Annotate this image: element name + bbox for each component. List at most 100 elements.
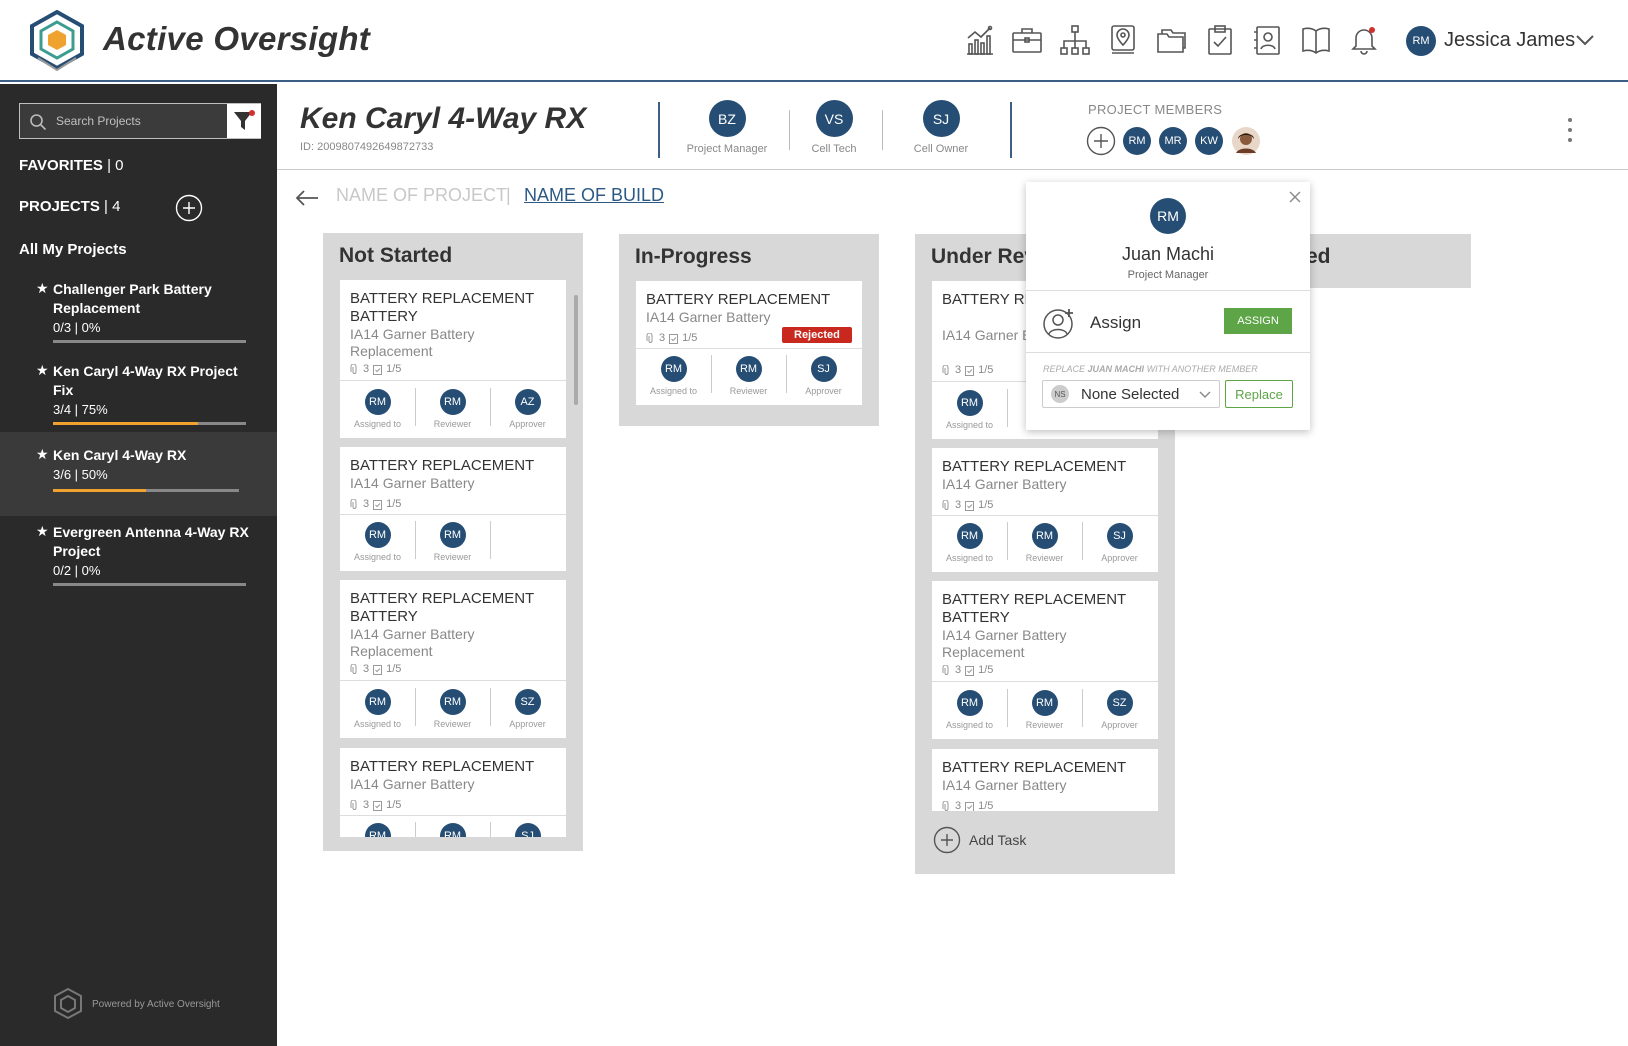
close-icon[interactable] [1288,190,1302,204]
assignee-avatar: RM [364,823,391,837]
member-avatar[interactable]: MR [1159,127,1187,155]
slot-label: Assigned to [945,553,994,563]
breadcrumb-build[interactable]: NAME OF BUILD [524,185,664,206]
approver-slot[interactable]: SJ Approver [1082,523,1157,563]
task-card[interactable]: BATTERY REPLACEMENT BATTERY IA14 Garner … [340,580,566,738]
project-members-label: PROJECT MEMBERS [1088,102,1223,117]
slot-label: Assigned to [353,552,402,562]
assignee-slot[interactable]: RM Assigned to [340,389,415,429]
projects-heading[interactable]: PROJECTS | 4 [19,198,120,215]
checklist-icon [373,499,383,510]
filter-button[interactable] [227,104,261,138]
star-icon[interactable]: ★ [36,446,49,463]
member-select[interactable]: NS None Selected [1042,380,1220,408]
assignee-slot[interactable]: RM [340,823,415,837]
role-project-manager[interactable]: BZ Project Manager [672,100,782,155]
user-avatar[interactable]: RM [1406,26,1436,56]
breadcrumb-project[interactable]: NAME OF PROJECT [336,185,507,206]
approver-slot[interactable]: SJ [490,823,565,837]
add-user-icon [1042,306,1076,340]
reviewer-slot[interactable]: RM [415,823,490,837]
task-title: BATTERY REPLACEMENT BATTERY [350,290,534,325]
assignee-slot[interactable]: RM Assigned to [340,522,415,562]
add-project-plus-icon[interactable] [175,194,203,222]
reviewer-slot[interactable]: RM Reviewer [1007,523,1082,563]
task-title: BATTERY REPLACEMENT [350,758,535,775]
assignee-avatar: RM [956,523,983,549]
assignee-slot[interactable]: RM Assigned to [636,356,711,396]
approver-avatar: SZ [1106,690,1133,716]
task-meta: 3 1/5 [942,664,993,676]
role-cell-tech[interactable]: VS Cell Tech [779,100,889,155]
assignee-slot[interactable]: RM Assigned to [340,689,415,729]
sidebar-project-item[interactable]: ★ Challenger Park Battery Replacement 0/… [0,274,277,352]
task-card[interactable]: BATTERY REPLACEMENT IA14 Garner Battery … [340,447,566,571]
search-input[interactable] [56,104,236,138]
task-card[interactable]: BATTERY REPLACEMENT IA14 Garner Battery … [932,448,1158,572]
task-card[interactable]: BATTERY REPLACEMENT IA14 Garner Battery … [340,748,566,837]
member-avatar[interactable]: RM [1123,127,1151,155]
task-meta: 3 1/5 [942,364,993,376]
task-card[interactable]: BATTERY REPLACEMENT BATTERY IA14 Garner … [340,280,566,438]
back-arrow-icon[interactable] [294,188,320,208]
add-task-button[interactable]: Add Task [933,826,1026,854]
user-name[interactable]: Jessica James [1444,29,1575,52]
assign-button[interactable]: ASSIGN [1224,308,1292,334]
approver-slot[interactable]: SJ Approver [786,356,861,396]
reviewer-slot[interactable]: RM Reviewer [415,689,490,729]
assignee-slot[interactable]: RM Assigned to [932,390,1007,430]
member-avatar[interactable]: KW [1195,127,1223,155]
powered-by-text: Powered by Active Oversight [92,998,220,1010]
task-card[interactable]: BATTERY REPLACEMENT BATTERY IA14 Garner … [932,581,1158,739]
app-logo-icon[interactable] [28,10,86,72]
approver-slot[interactable]: SZ Approver [1082,690,1157,730]
clipboard-check-icon[interactable] [1204,24,1236,56]
folders-icon[interactable] [1156,24,1188,56]
hierarchy-icon[interactable] [1059,24,1091,56]
task-card[interactable]: BATTERY REPLACEMENT IA14 Garner Battery … [636,281,862,405]
slot-divider [490,521,491,559]
task-card[interactable]: BATTERY REPLACEMENT IA14 Garner Battery … [932,749,1158,811]
task-meta: 3 1/5 [350,663,401,675]
notification-bell-icon[interactable] [1348,24,1380,56]
chevron-down-icon[interactable] [1574,32,1596,48]
role-label: Project Manager [686,143,768,155]
reviewer-slot[interactable]: RM Reviewer [711,356,786,396]
assignee-slot[interactable]: RM Assigned to [932,690,1007,730]
contact-card-icon[interactable] [1252,24,1284,56]
star-icon[interactable]: ★ [36,523,49,540]
sidebar-project-item[interactable]: ★ Ken Caryl 4-Way RX Project Fix 3/4 | 7… [0,356,277,436]
reviewer-slot[interactable]: RM Reviewer [415,389,490,429]
checklist-count: 1/5 [386,498,402,510]
member-photo-avatar[interactable] [1232,127,1260,155]
analytics-icon[interactable] [964,24,996,56]
approver-avatar: SJ [1106,523,1133,549]
approver-slot[interactable]: SZ Approver [490,689,565,729]
column-scrollbar[interactable] [574,295,578,405]
add-member-plus-icon[interactable] [1086,126,1116,156]
slot-label: Approver [1101,720,1138,730]
reviewer-slot[interactable]: RM Reviewer [415,522,490,562]
slot-label: Approver [805,386,842,396]
sidebar-project-item[interactable]: ★ Evergreen Antenna 4-Way RX Project 0/2… [0,516,277,596]
star-icon[interactable]: ★ [36,362,49,379]
location-pin-icon[interactable] [1107,24,1139,56]
task-title: BATTERY REPLACEMENT [942,759,1127,776]
assignee-avatar: RM [364,522,391,548]
all-my-projects-link[interactable]: All My Projects [19,241,127,258]
add-task-plus-icon [933,826,961,854]
briefcase-icon[interactable] [1011,24,1043,56]
attachment-icon [942,364,949,375]
favorites-heading[interactable]: FAVORITES | 0 [19,157,123,174]
column-title: In-Progress [635,245,752,268]
reviewer-slot[interactable]: RM Reviewer [1007,690,1082,730]
assignee-slot[interactable]: RM Assigned to [932,523,1007,563]
replace-hint-suffix: WITH ANOTHER MEMBER [1146,364,1258,374]
more-options-icon[interactable] [1566,116,1574,144]
star-icon[interactable]: ★ [36,280,49,297]
approver-slot[interactable]: AZ Approver [490,389,565,429]
replace-button[interactable]: Replace [1225,380,1293,408]
sidebar-project-item-active[interactable]: ★ Ken Caryl 4-Way RX 3/6 | 50% [0,432,277,516]
book-icon[interactable] [1300,24,1332,56]
role-cell-owner[interactable]: SJ Cell Owner [886,100,996,155]
